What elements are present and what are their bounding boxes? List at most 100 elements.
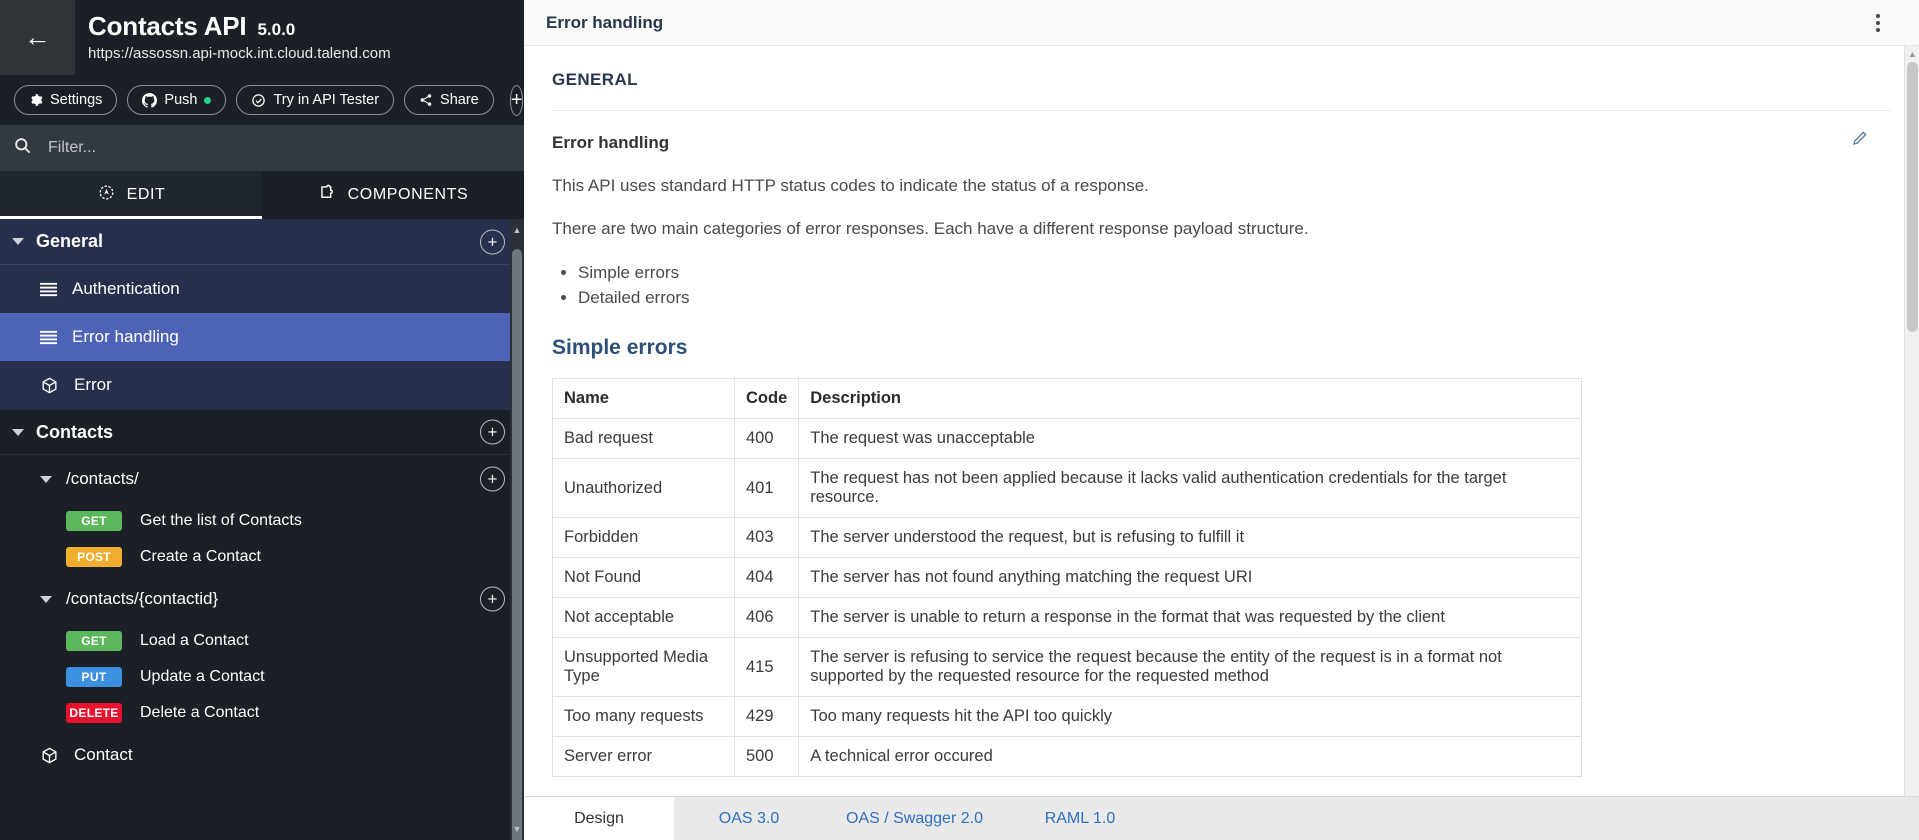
main-header-title: Error handling [546, 12, 664, 32]
operation-summary: Update a Contact [140, 668, 265, 685]
table-row: Too many requests 429 Too many requests … [552, 696, 1582, 738]
filter-bar [0, 125, 524, 171]
path-row-contacts[interactable]: /contacts/ + [0, 455, 524, 503]
cell-description: The request was unacceptable [798, 418, 1582, 460]
operation-row[interactable]: PUT Update a Contact [0, 659, 524, 695]
content-scrollbar-thumb[interactable] [1907, 62, 1918, 332]
share-button[interactable]: Share [404, 85, 494, 115]
content-section-label: GENERAL [552, 70, 638, 89]
chevron-down-icon [40, 475, 52, 483]
pencil-icon[interactable] [1851, 129, 1869, 152]
operation-row[interactable]: POST Create a Contact [0, 539, 524, 575]
add-operation-button[interactable]: + [480, 586, 505, 612]
app-root: ← Contacts API 5.0.0 https://assossn.api… [0, 0, 1919, 840]
cell-description: The server is unable to return a respons… [798, 597, 1582, 639]
settings-label: Settings [50, 92, 103, 108]
add-general-item-button[interactable]: + [480, 229, 505, 254]
table-row: Bad request 400 The request was unaccept… [552, 418, 1582, 460]
add-button[interactable]: + [509, 84, 524, 116]
sidebar-scrollbar[interactable]: ▲ ▼ [510, 219, 524, 840]
tab-edit[interactable]: EDIT [0, 171, 262, 219]
sidebar-item-label: Contact [74, 745, 133, 764]
sidebar-item-label: Error [74, 375, 112, 394]
back-arrow-icon: ← [24, 22, 51, 52]
scroll-down-icon[interactable]: ▼ [510, 822, 524, 836]
column-header-description: Description [798, 378, 1582, 420]
github-icon [142, 92, 158, 108]
error-codes-table: Name Code Description Bad request 400 Th… [552, 378, 1582, 778]
method-badge-get: GET [66, 511, 122, 531]
section-title-contacts: Contacts [36, 421, 114, 442]
tab-design[interactable]: Design [524, 797, 674, 840]
sidebar-scrollbar-thumb[interactable] [512, 249, 522, 840]
tab-components[interactable]: COMPONENTS [262, 171, 524, 219]
page-title: Contacts API [88, 11, 247, 41]
cell-name: Not Found [552, 557, 735, 599]
operation-summary: Load a Contact [140, 632, 249, 649]
cell-code: 406 [733, 597, 800, 639]
cell-description: The server is refusing to service the re… [798, 637, 1582, 698]
table-row: Not acceptable 406 The server is unable … [552, 597, 1582, 639]
puzzle-piece-icon [318, 183, 337, 207]
sidebar-item-error[interactable]: Error [0, 361, 524, 409]
push-status-dot-icon [204, 96, 212, 104]
tab-raml-1[interactable]: RAML 1.0 [1005, 797, 1155, 840]
lines-icon [40, 282, 57, 297]
chevron-down-icon [12, 238, 24, 245]
back-button[interactable]: ← [0, 0, 75, 75]
operation-summary: Delete a Contact [140, 704, 260, 721]
operation-summary: Get the list of Contacts [140, 512, 302, 529]
path-row-contact-id[interactable]: /contacts/{contactid} + [0, 575, 524, 623]
scroll-up-icon[interactable]: ▲ [1905, 46, 1919, 62]
cell-name: Not acceptable [552, 597, 735, 639]
operation-row[interactable]: GET Get the list of Contacts [0, 503, 524, 539]
settings-button[interactable]: Settings [14, 85, 118, 115]
column-header-name: Name [552, 378, 735, 420]
sidebar-item-error-handling[interactable]: Error handling [0, 313, 524, 361]
toolbar: Settings Push Try in API Tester Share + [0, 75, 524, 125]
chevron-down-icon [12, 428, 24, 436]
push-button[interactable]: Push [127, 85, 227, 115]
add-contacts-item-button[interactable]: + [480, 419, 505, 445]
list-item: Detailed errors [578, 286, 1891, 311]
try-label: Try in API Tester [273, 92, 380, 108]
cell-name: Forbidden [552, 517, 735, 559]
section-header-contacts[interactable]: Contacts + [0, 409, 524, 455]
content-area: GENERAL Error handling This API uses sta… [524, 46, 1919, 840]
lines-icon [40, 330, 57, 345]
search-icon [13, 136, 32, 160]
table-row: Forbidden 403 The server understood the … [552, 517, 1582, 559]
operation-row[interactable]: GET Load a Contact [0, 623, 524, 659]
kebab-menu-icon[interactable] [1863, 8, 1893, 38]
search-input[interactable] [48, 139, 428, 157]
section-header-general[interactable]: General + [0, 219, 524, 265]
doc-title: Error handling [552, 133, 670, 152]
try-in-api-tester-button[interactable]: Try in API Tester [236, 85, 395, 115]
left-panel: ← Contacts API 5.0.0 https://assossn.api… [0, 0, 524, 840]
cell-name: Too many requests [552, 696, 735, 738]
scroll-up-icon[interactable]: ▲ [510, 223, 524, 237]
table-row: Unsupported Media Type 415 The server is… [552, 637, 1582, 698]
main-header: Error handling [524, 0, 1919, 46]
tab-oas-3[interactable]: OAS 3.0 [674, 797, 824, 840]
cell-name: Unauthorized [552, 458, 735, 519]
doc-paragraph: This API uses standard HTTP status codes… [552, 176, 1149, 195]
table-heading: Simple errors [552, 336, 688, 360]
main-area: Error handling GENERAL Error handling Th… [524, 0, 1919, 840]
sidebar-item-label: Authentication [72, 279, 180, 298]
table-row: Not Found 404 The server has not found a… [552, 557, 1582, 599]
cell-description: The request has not been applied because… [798, 458, 1582, 519]
operation-row[interactable]: DELETE Delete a Contact [0, 695, 524, 731]
list-item: Simple errors [578, 261, 1891, 286]
api-url: https://assossn.api-mock.int.cloud.talen… [88, 45, 391, 62]
cell-code: 401 [733, 458, 800, 519]
content-scrollbar[interactable]: ▲ ▼ [1904, 46, 1919, 840]
sidebar-item-authentication[interactable]: Authentication [0, 265, 524, 313]
sidebar-item-contact[interactable]: Contact [0, 731, 524, 779]
tab-oas-swagger-2[interactable]: OAS / Swagger 2.0 [824, 797, 1005, 840]
format-tabs: Design OAS 3.0 OAS / Swagger 2.0 RAML 1.… [524, 796, 1919, 840]
share-icon [419, 93, 433, 107]
table-row: Unauthorized 401 The request has not bee… [552, 458, 1582, 519]
chevron-down-icon [40, 595, 52, 603]
add-operation-button[interactable]: + [480, 466, 505, 492]
